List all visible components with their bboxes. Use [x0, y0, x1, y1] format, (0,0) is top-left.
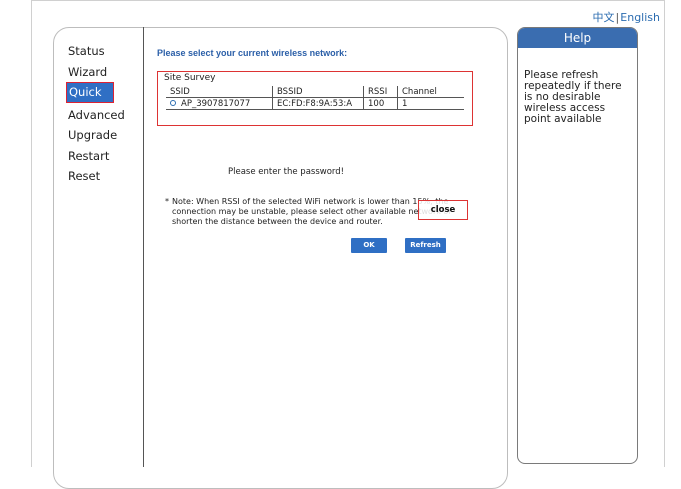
help-title: Help [518, 28, 637, 48]
note-line-2: connection may be unstable, please selec… [172, 207, 452, 216]
nav-item-upgrade[interactable]: Upgrade [68, 125, 125, 146]
ssid-value: AP_3907817077 [181, 98, 251, 109]
rssi-cell: 100 [363, 97, 398, 110]
page-heading: Please select your current wireless netw… [157, 48, 348, 58]
help-text: Please refresh repeatedly if there is no… [524, 69, 622, 125]
site-survey-table: SSID BSSID RSSI Channel AP_3907817077 EC… [166, 86, 464, 110]
network-radio-button[interactable] [170, 100, 176, 106]
site-survey-box: Site Survey SSID BSSID RSSI Channel AP_3… [157, 71, 473, 126]
nav-item-advanced[interactable]: Advanced [68, 105, 125, 126]
language-chinese-link[interactable]: 中文 [593, 11, 615, 24]
refresh-button[interactable]: Refresh [405, 238, 446, 253]
column-header-channel: Channel [397, 86, 464, 98]
nav-item-reset[interactable]: Reset [68, 166, 125, 187]
sidebar-nav: Status Wizard Quick Set Advanced Upgrade… [66, 41, 125, 187]
ssid-cell: AP_3907817077 [166, 97, 273, 110]
sidebar-divider [143, 27, 144, 467]
note-line-1: Note: When RSSI of the selected WiFi net… [172, 197, 449, 206]
nav-item-status[interactable]: Status [68, 41, 125, 62]
nav-item-quick-set[interactable]: Quick Set [66, 82, 114, 118]
frame-top-border [31, 0, 665, 1]
language-english-link[interactable]: English [620, 11, 660, 24]
column-header-bssid: BSSID [272, 86, 364, 98]
help-panel: Help Please refresh repeatedly if there … [517, 27, 638, 464]
channel-cell: 1 [397, 97, 464, 110]
note-star: * [165, 197, 169, 206]
site-survey-title: Site Survey [164, 73, 216, 83]
frame-left-border [31, 0, 32, 467]
language-switcher: 中文|English [593, 9, 660, 25]
rssi-note: * Note: When RSSI of the selected WiFi ne… [165, 197, 455, 227]
table-row[interactable]: AP_3907817077 EC:FD:F8:9A:53:A 100 1 [166, 97, 464, 110]
column-header-rssi: RSSI [363, 86, 398, 98]
ok-button[interactable]: OK [351, 238, 387, 253]
language-separator: | [615, 11, 620, 24]
password-prompt: Please enter the password! [228, 167, 345, 177]
note-line-3: shorten the distance between the device … [172, 217, 383, 226]
nav-item-wizard[interactable]: Wizard [68, 62, 125, 83]
column-header-ssid: SSID [166, 86, 273, 98]
close-button[interactable]: close [418, 200, 468, 220]
frame-right-border [664, 0, 665, 467]
bssid-cell: EC:FD:F8:9A:53:A [272, 97, 364, 110]
nav-item-restart[interactable]: Restart [68, 146, 125, 167]
